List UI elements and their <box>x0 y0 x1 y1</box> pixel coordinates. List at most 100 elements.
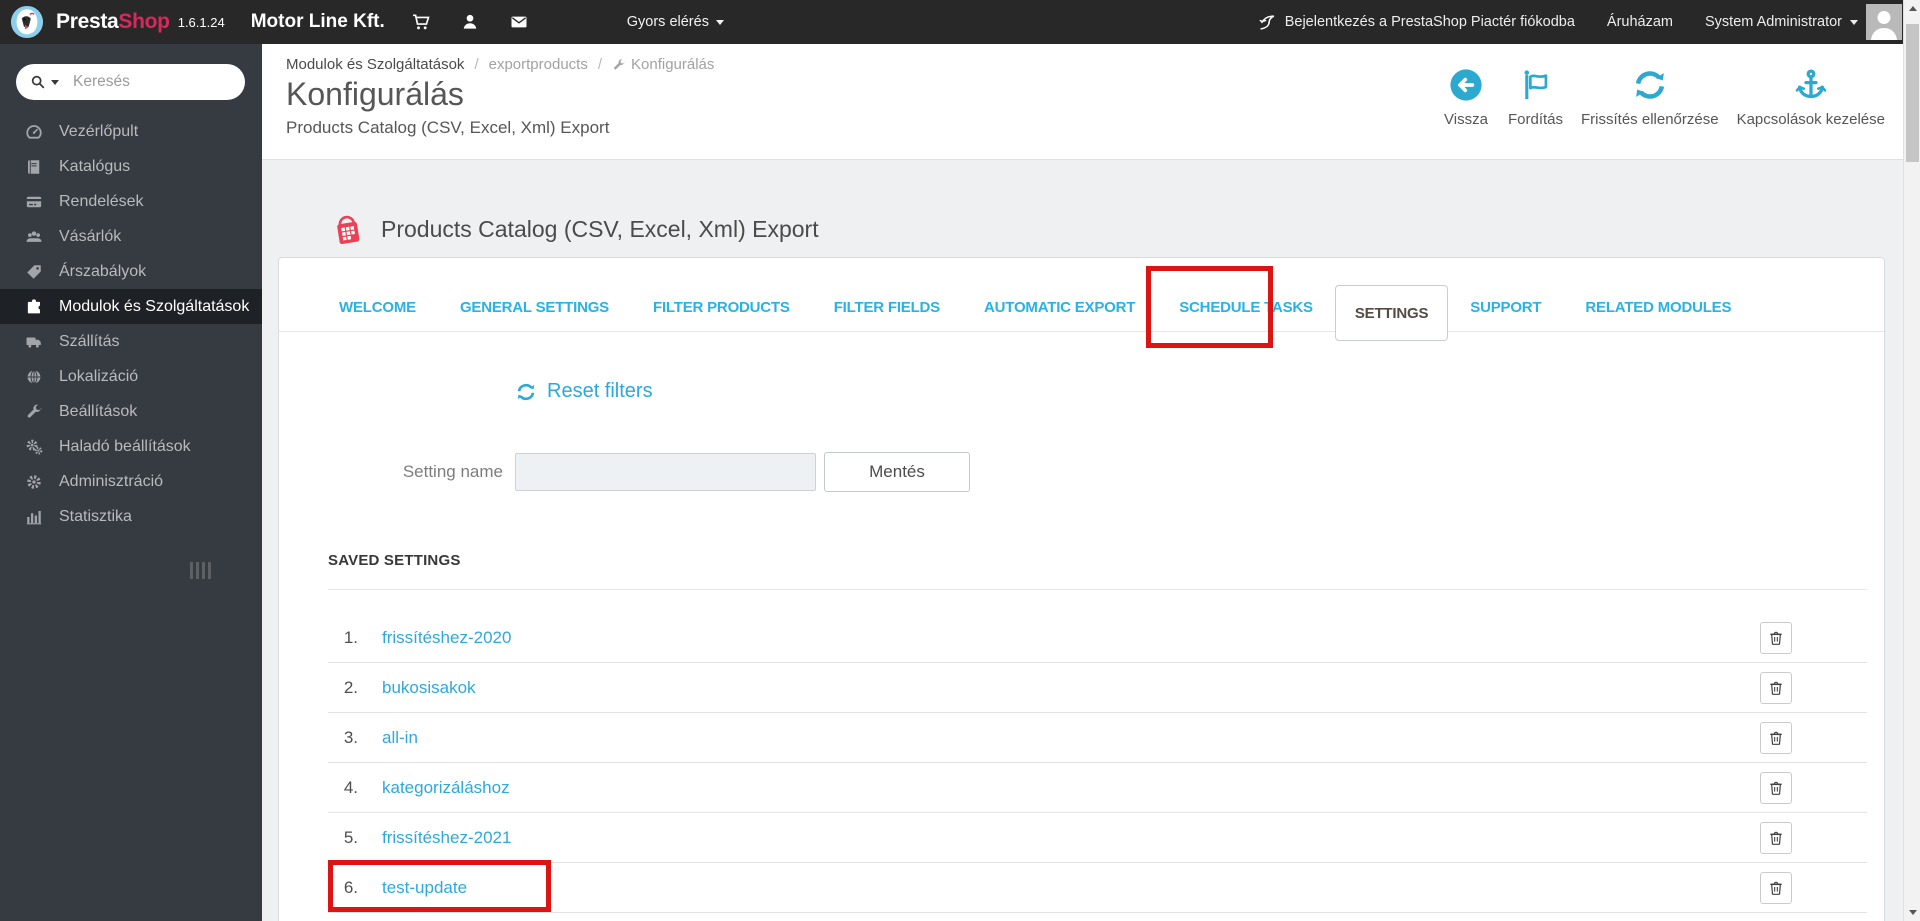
my-shop-link[interactable]: Áruházam <box>1607 14 1673 30</box>
saved-setting-number: 3. <box>343 727 358 747</box>
saved-setting-link[interactable]: all-in <box>382 728 418 748</box>
tab[interactable]: AUTOMATIC EXPORT <box>962 299 1157 331</box>
breadcrumb-item[interactable]: Modulok és Szolgáltatások / <box>286 56 489 73</box>
delete-setting-button[interactable] <box>1760 871 1792 904</box>
saved-setting-row: 6. test-update <box>328 863 1867 913</box>
saved-settings-list: 1. frissítéshez-2020 2. bukosisakok 3. a… <box>328 613 1867 913</box>
saved-setting-number: 1. <box>343 627 358 647</box>
flag-icon <box>1519 68 1553 102</box>
scroll-down-button[interactable] <box>1904 904 1920 921</box>
sidebar-item[interactable]: Haladó beállítások <box>0 429 262 464</box>
sidebar-item[interactable]: Lokalizáció <box>0 359 262 394</box>
saved-setting-link[interactable]: frissítéshez-2020 <box>382 628 511 648</box>
tab[interactable]: RELATED MODULES <box>1563 299 1753 331</box>
anchor-icon <box>1794 68 1828 102</box>
scroll-up-button[interactable] <box>1904 0 1920 17</box>
vertical-scrollbar[interactable] <box>1903 0 1920 921</box>
sidebar-item[interactable]: Modulok és Szolgáltatások <box>0 289 262 324</box>
prestashop-bird-icon[interactable] <box>10 5 44 39</box>
sidebar-item[interactable]: Statisztika <box>0 499 262 534</box>
tab[interactable]: SETTINGS <box>1334 285 1449 341</box>
tab-label: SUPPORT <box>1470 299 1542 316</box>
topbar-right: Bejelentkezés a PrestaShop Piactér fióko… <box>1258 13 1858 32</box>
user-name: System Administrator <box>1705 14 1842 30</box>
tab-label: FILTER FIELDS <box>833 299 940 316</box>
setting-name-input[interactable] <box>515 453 816 491</box>
search-input[interactable] <box>73 73 223 91</box>
sidebar-item[interactable]: Árszabályok <box>0 254 262 289</box>
trash-icon <box>1768 630 1784 646</box>
header-action-button[interactable]: Frissítés ellenőrzése <box>1581 68 1719 128</box>
tab[interactable]: FILTER FIELDS <box>812 299 962 331</box>
delete-setting-button[interactable] <box>1760 721 1792 754</box>
saved-setting-link[interactable]: kategorizáláshoz <box>382 778 510 798</box>
scrollbar-thumb[interactable] <box>1906 24 1919 162</box>
sidebar-item-label: Modulok és Szolgáltatások <box>59 297 250 315</box>
user-menu[interactable]: System Administrator <box>1705 14 1858 30</box>
trash-icon <box>1768 830 1784 846</box>
saved-setting-number: 6. <box>343 877 358 897</box>
refresh-icon <box>516 382 536 402</box>
sidebar-item[interactable]: Beállítások <box>0 394 262 429</box>
sidebar-item[interactable]: Vezérlőpult <box>0 114 262 149</box>
globe-icon <box>25 368 43 386</box>
tab[interactable]: SCHEDULE TASKS <box>1157 299 1335 331</box>
sidebar-item[interactable]: Adminisztráció <box>0 464 262 499</box>
gauge-icon <box>25 123 43 141</box>
save-button[interactable]: Mentés <box>824 452 970 492</box>
delete-setting-button[interactable] <box>1760 621 1792 654</box>
header-action-button[interactable]: Vissza <box>1442 68 1490 128</box>
header-action-button[interactable]: Fordítás <box>1508 68 1563 128</box>
sidebar-item-label: Rendelések <box>59 192 144 210</box>
tab[interactable]: SUPPORT <box>1448 299 1563 331</box>
search-icon[interactable] <box>30 74 46 90</box>
sidebar-item[interactable]: Vásárlók <box>0 219 262 254</box>
tab-bar: WELCOME GENERAL SETTINGS FILTER PRODUCTS… <box>279 258 1884 341</box>
breadcrumb-separator: / <box>474 56 479 73</box>
search-scope-caret-icon[interactable] <box>51 79 59 85</box>
my-shop-label: Áruházam <box>1606 14 1673 30</box>
tab-label: WELCOME <box>339 299 416 316</box>
tab[interactable]: FILTER PRODUCTS <box>631 299 812 331</box>
sidebar-collapse-grip[interactable] <box>190 562 211 579</box>
saved-settings-title: SAVED SETTINGS <box>328 552 461 569</box>
credit-card-icon <box>25 193 43 211</box>
avatar-icon[interactable] <box>1866 4 1902 40</box>
tab[interactable]: GENERAL SETTINGS <box>438 299 631 331</box>
delete-setting-button[interactable] <box>1760 771 1792 804</box>
customers-icon <box>25 228 43 246</box>
reset-filters-link[interactable]: Reset filters <box>516 380 653 403</box>
module-config-panel: WELCOME GENERAL SETTINGS FILTER PRODUCTS… <box>278 257 1885 921</box>
saved-setting-link[interactable]: frissítéshez-2021 <box>382 828 511 848</box>
tab[interactable]: WELCOME <box>317 299 438 331</box>
employee-icon[interactable] <box>460 12 480 32</box>
truck-icon <box>25 333 43 351</box>
cart-icon[interactable] <box>411 12 431 32</box>
header-actions: Vissza Fordítás Frissítés ellenőrzése Ka… <box>1442 68 1885 128</box>
header-action-button[interactable]: Kapcsolások kezelése <box>1737 68 1885 128</box>
marketplace-login-link[interactable]: Bejelentkezés a PrestaShop Piactér fióko… <box>1258 13 1575 32</box>
module-icon <box>331 212 365 246</box>
quick-access-menu[interactable]: Gyors elérés <box>627 14 724 30</box>
saved-setting-link[interactable]: bukosisakok <box>382 678 476 698</box>
delete-setting-button[interactable] <box>1760 671 1792 704</box>
delete-setting-button[interactable] <box>1760 821 1792 854</box>
breadcrumb-item[interactable]: Konfigurálás / <box>612 56 714 73</box>
reset-filters-label: Reset filters <box>547 380 653 402</box>
header-action-label: Fordítás <box>1507 111 1564 128</box>
sidebar-item[interactable]: Szállítás <box>0 324 262 359</box>
sidebar-item[interactable]: Rendelések <box>0 184 262 219</box>
mail-icon[interactable] <box>509 12 529 32</box>
sidebar-item-label: Statisztika <box>59 507 132 525</box>
saved-setting-link[interactable]: test-update <box>382 878 467 898</box>
sidebar-item-label: Vásárlók <box>59 227 122 245</box>
chevron-down-icon <box>715 19 724 25</box>
sidebar-menu: Vezérlőpult Katalógus Rendelések Vásárló… <box>0 114 262 534</box>
breadcrumb-item[interactable]: exportproducts / <box>489 56 612 73</box>
shop-name: Motor Line Kft. <box>250 11 385 32</box>
saved-setting-number: 2. <box>343 677 358 697</box>
sidebar-item[interactable]: Katalógus <box>0 149 262 184</box>
saved-setting-row: 3. all-in <box>328 713 1867 763</box>
tab-label: SCHEDULE TASKS <box>1179 299 1313 316</box>
page-subtitle: Products Catalog (CSV, Excel, Xml) Expor… <box>286 118 610 137</box>
